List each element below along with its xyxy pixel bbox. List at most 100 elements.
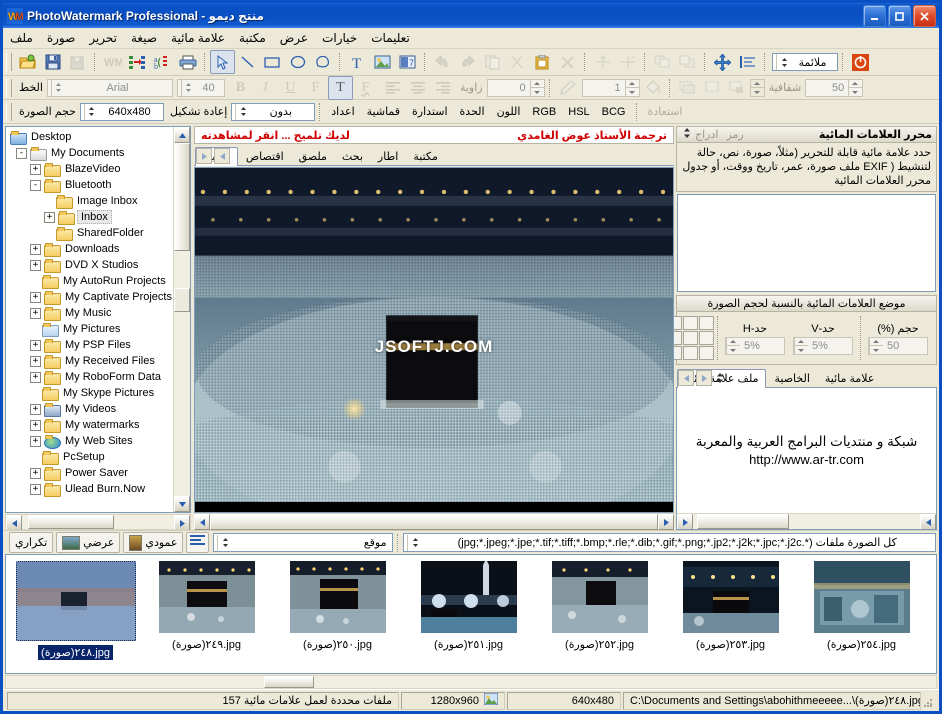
folder-tree[interactable]: Desktop - My Documents + BlazeVideo - Bl… (6, 127, 173, 512)
list-view-button[interactable] (186, 532, 210, 553)
toolbar-grip[interactable] (6, 53, 12, 71)
shadow-style-1-icon[interactable] (675, 76, 700, 100)
expand-toggle[interactable]: + (30, 403, 41, 415)
location-combo[interactable]: موقع (213, 533, 394, 552)
thumbnail-image[interactable] (420, 561, 517, 633)
expand-toggle[interactable]: + (30, 339, 41, 351)
watermark-scroll-left-button[interactable] (920, 514, 936, 529)
align-v-icon[interactable] (615, 50, 640, 74)
btn-setup[interactable]: اعداد (325, 103, 360, 120)
thumbnail-item[interactable]: (صورة)٢٤٨.jpg (10, 561, 141, 660)
pen-icon[interactable] (555, 76, 580, 100)
rectangle-icon[interactable] (260, 50, 285, 74)
thumbnail-image[interactable] (158, 561, 255, 633)
info-banner[interactable]: ترجمة الأستاذ عوض الغامدي لديك تلميح ...… (194, 126, 674, 144)
italic-button[interactable]: I (253, 76, 278, 100)
font-size-combo[interactable]: 40 (176, 78, 225, 97)
vertical-layout-button[interactable]: عمودي (123, 532, 184, 553)
watermark-tab-spinner-icon[interactable] (714, 370, 724, 386)
tree-node-blazevideo[interactable]: + BlazeVideo (8, 161, 173, 177)
thumbnail-image[interactable] (289, 561, 386, 633)
thumbnail-item[interactable]: (صورة)٢٥٠.jpg (272, 561, 403, 652)
menu-watermark[interactable]: علامة مائية (164, 29, 232, 47)
anchor-cell-top-center[interactable] (683, 316, 698, 330)
tab-sticker[interactable]: ملصق (292, 148, 334, 165)
paste-icon[interactable] (530, 50, 555, 74)
expand-toggle[interactable]: + (44, 211, 55, 223)
tree-scroll-thumb-grip[interactable] (174, 288, 190, 312)
watermark-code-label[interactable]: رمز (722, 128, 747, 141)
tree-node-ulead-burn-now[interactable]: + Ulead Burn.Now (8, 481, 173, 497)
expand-toggle[interactable]: + (30, 419, 41, 431)
menu-file[interactable]: ملف (3, 29, 40, 47)
expand-toggle[interactable]: + (30, 483, 41, 495)
shadow-style-2-icon[interactable] (700, 76, 725, 100)
align-center-icon[interactable] (406, 76, 431, 100)
tree-node-my-autorun-projects[interactable]: My AutoRun Projects (8, 273, 173, 289)
scroll-right-button[interactable] (174, 515, 190, 531)
thumbnail-image[interactable] (813, 561, 910, 633)
banner-tip[interactable]: لديك تلميح ... انقر لمشاهدته (201, 129, 350, 142)
tree-vertical-scrollbar[interactable] (173, 127, 190, 512)
solid-text-button[interactable]: T (327, 75, 353, 100)
anchor-cell-bottom-left[interactable] (699, 346, 714, 360)
tree-node-power-saver[interactable]: + Power Saver (8, 465, 173, 481)
record-icon[interactable] (848, 50, 873, 74)
tree-node-pcsetup[interactable]: PcSetup (8, 449, 173, 465)
canvas-hscroll-thumb[interactable] (210, 514, 658, 530)
tree-scroll-track[interactable] (174, 143, 190, 496)
cut-icon[interactable] (505, 50, 530, 74)
tree-node-inbox[interactable]: + Inbox (8, 209, 173, 225)
tree-node-my-watermarks[interactable]: + My watermarks (8, 417, 173, 433)
watermark-tab-prev-button[interactable] (696, 370, 712, 386)
tree-horizontal-scrollbar[interactable] (5, 514, 191, 531)
expand-toggle[interactable]: + (30, 243, 41, 255)
menu-options[interactable]: خيارات (315, 29, 364, 47)
expand-toggle[interactable]: + (30, 355, 41, 367)
save-icon[interactable] (40, 50, 65, 74)
tree-node-my-captivate-projects[interactable]: + My Captivate Projects (8, 289, 173, 305)
resample-combo[interactable]: بدون (231, 102, 316, 121)
tree-hscroll-thumb[interactable] (28, 515, 114, 529)
watermark-hmargin-spinner[interactable]: 5% (725, 336, 785, 355)
canvas-hscroll-track[interactable] (210, 514, 658, 530)
expand-toggle[interactable]: + (30, 259, 41, 271)
font-size-chevron-icon[interactable] (180, 79, 196, 96)
align-h-icon[interactable] (590, 50, 615, 74)
shadow-style-3-icon[interactable] (725, 76, 750, 100)
print-icon[interactable] (175, 50, 200, 74)
menu-image[interactable]: صورة (40, 29, 82, 47)
btn-restore[interactable]: استعادة (642, 103, 689, 120)
thumbnail-item[interactable]: (صورة)٢٥٣.jpg (665, 561, 796, 652)
tree-node-desktop[interactable]: Desktop (8, 129, 173, 145)
tree-node-dvd-x-studios[interactable]: + DVD X Studios (8, 257, 173, 273)
thumbnail-item[interactable]: (صورة)٢٥٢.jpg (534, 561, 665, 652)
expand-toggle[interactable]: + (30, 371, 41, 383)
anchor-cell-middle-center[interactable] (683, 331, 698, 345)
canvas-horizontal-scrollbar[interactable] (194, 513, 674, 530)
frame-text-button[interactable]: F (303, 76, 328, 100)
ellipse-icon[interactable] (285, 50, 310, 74)
watermark-header-spinner-icon[interactable] (681, 127, 691, 142)
btn-color[interactable]: اللون (491, 103, 527, 120)
send-back-icon[interactable] (675, 50, 700, 74)
scroll-down-button[interactable] (174, 496, 190, 512)
file-filter-combo[interactable]: كل الصورة ملفات (*.jpg;*.jpeg;*.jpe;*.ti… (403, 533, 936, 552)
canvas-scroll-right-button[interactable] (658, 514, 674, 530)
thumbnail-image[interactable] (551, 561, 648, 633)
pen-width-spinner[interactable]: 1 (581, 78, 640, 97)
btn-bcg[interactable]: BCG (596, 104, 632, 120)
align-right-icon[interactable] (431, 76, 456, 100)
thumbnail-item[interactable]: (صورة)٢٥٤.jpg (796, 561, 927, 652)
pen-width-spin-buttons[interactable] (624, 79, 639, 96)
maximize-button[interactable] (888, 5, 911, 27)
tree-node-image-inbox[interactable]: Image Inbox (8, 193, 173, 209)
btn-hsl[interactable]: HSL (562, 104, 595, 120)
bold-button[interactable]: B (228, 76, 253, 100)
thumbnail-item[interactable]: (صورة)٢٤٩.jpg (141, 561, 272, 652)
rename-icon[interactable]: a b (150, 50, 175, 74)
scroll-up-button[interactable] (174, 127, 190, 143)
open-folder-icon[interactable] (15, 50, 40, 74)
canvas-scroll-left-button[interactable] (194, 514, 210, 530)
tree-node-my-skype-pictures[interactable]: My Skype Pictures (8, 385, 173, 401)
